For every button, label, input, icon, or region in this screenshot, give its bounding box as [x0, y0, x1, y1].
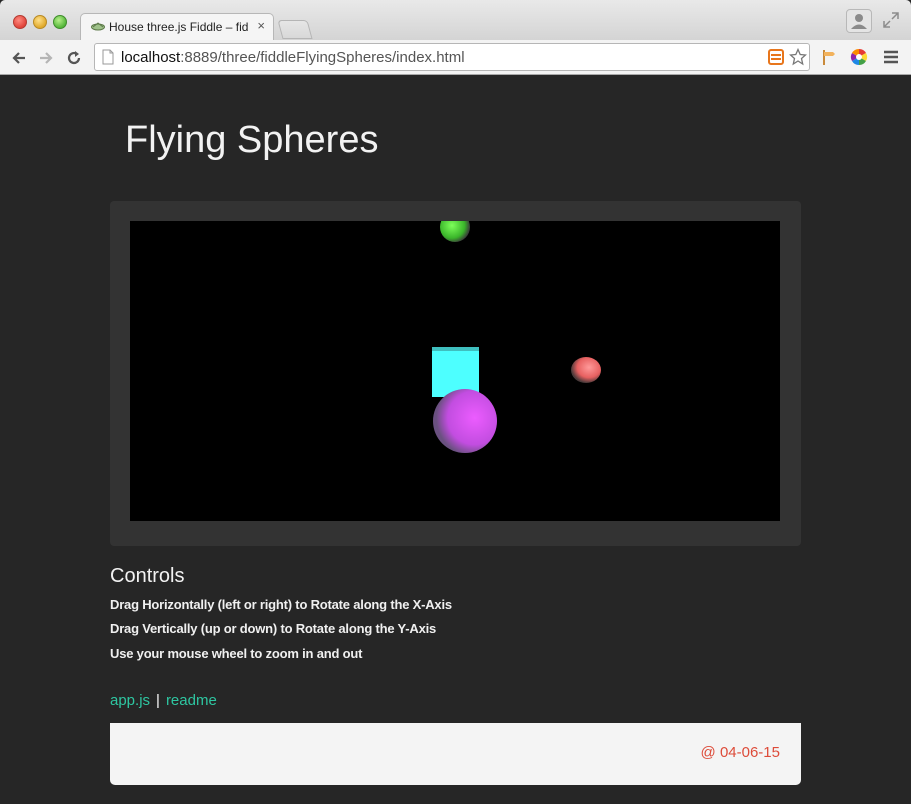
fiddle-panel — [110, 201, 801, 546]
control-instruction: Drag Horizontally (left or right) to Rot… — [110, 597, 452, 612]
person-icon — [851, 14, 867, 29]
close-window-button[interactable] — [13, 15, 27, 29]
page-title: Flying Spheres — [125, 119, 379, 161]
browser-tab[interactable]: House three.js Fiddle – fid × — [80, 13, 274, 40]
tab-close-icon[interactable]: × — [257, 18, 265, 33]
url-host: localhost — [121, 49, 181, 66]
house-favicon-icon — [91, 22, 105, 31]
green-sphere — [440, 221, 470, 242]
link-separator: | — [156, 692, 160, 709]
new-tab-button[interactable] — [277, 20, 313, 39]
forward-arrow-icon[interactable] — [37, 49, 55, 67]
footer: @ 04-06-15 — [110, 723, 801, 785]
control-instruction: Use your mouse wheel to zoom in and out — [110, 646, 363, 661]
url-text: localhost:8889/three/fiddleFlyingSpheres… — [121, 49, 465, 66]
page-icon — [102, 49, 114, 65]
browser-toolbar: localhost:8889/three/fiddleFlyingSpheres… — [0, 40, 911, 75]
footer-date: @ 04-06-15 — [700, 744, 780, 761]
zoom-window-button[interactable] — [53, 15, 67, 29]
back-arrow-icon[interactable] — [10, 49, 28, 67]
tab-title: House three.js Fiddle – fid — [109, 20, 249, 34]
color-wheel-extension-icon[interactable] — [850, 48, 868, 66]
magenta-sphere — [433, 389, 497, 453]
pink-sphere — [571, 357, 601, 383]
minimize-window-button[interactable] — [33, 15, 47, 29]
controls-heading: Controls — [110, 565, 185, 587]
scene-render — [432, 221, 601, 453]
control-instruction: Drag Vertically (up or down) to Rotate a… — [110, 621, 437, 636]
url-path: :8889/three/fiddleFlyingSpheres/index.ht… — [180, 49, 465, 66]
fullscreen-icon[interactable] — [882, 11, 900, 29]
star-icon[interactable] — [789, 48, 807, 66]
page-action-icon[interactable] — [767, 48, 785, 66]
page-content: Flying Spheres Controls Drag Horizontall… — [0, 75, 911, 804]
signpost-extension-icon[interactable] — [820, 48, 838, 66]
browser-title-bar: House three.js Fiddle – fid × — [0, 0, 911, 40]
reload-icon[interactable] — [65, 49, 83, 67]
address-bar[interactable]: localhost:8889/three/fiddleFlyingSpheres… — [94, 43, 810, 71]
app-js-link[interactable]: app.js — [110, 692, 150, 709]
readme-link[interactable]: readme — [166, 692, 217, 709]
hamburger-menu-icon[interactable] — [882, 48, 900, 66]
source-links: app.js | readme — [110, 692, 217, 709]
threejs-canvas[interactable] — [130, 221, 780, 521]
profile-button[interactable] — [846, 9, 872, 33]
cyan-cube-top — [432, 347, 479, 351]
